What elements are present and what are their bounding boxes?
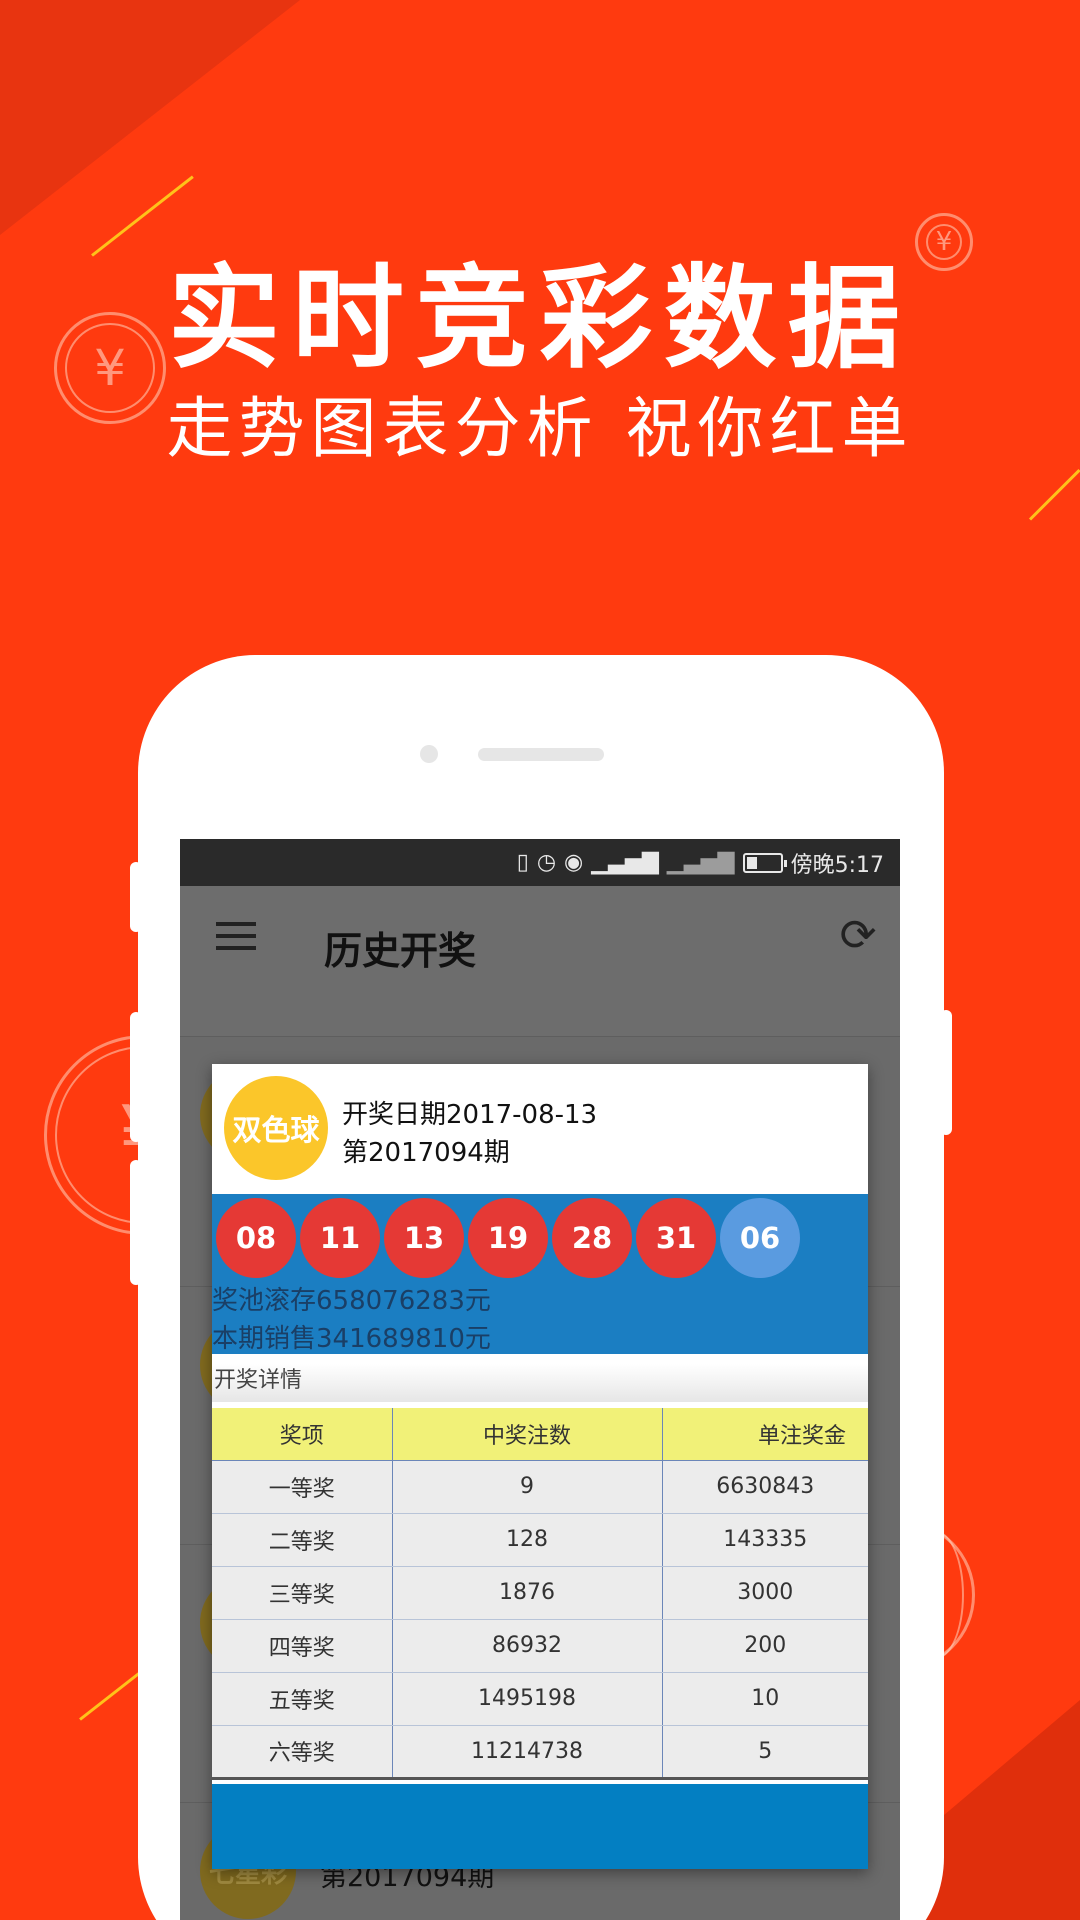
winning-numbers: 08 11 13 19 28 31 06 xyxy=(216,1198,800,1278)
status-time: 傍晚5:17 xyxy=(790,852,884,878)
table-row: 一等奖 9 6630843 xyxy=(212,1460,868,1514)
promo-subline: 走势图表分析 祝你红单 xyxy=(166,390,914,467)
menu-icon[interactable] xyxy=(216,922,256,952)
phone-speaker xyxy=(478,748,604,761)
table-cell: 二等奖 xyxy=(212,1513,393,1567)
table-header-row: 奖项 中奖注数 单注奖金 xyxy=(212,1408,868,1461)
background-shape xyxy=(0,0,300,235)
phone-screen: ▯ ◷ ◉ ▁▃▅▇ ▁▃▅▇ 傍晚5:17 历史开奖 ⟳ 七星彩 第20170… xyxy=(180,839,900,1920)
table-cell: 1495198 xyxy=(392,1672,663,1726)
phone-side-button xyxy=(130,1012,142,1142)
table-cell: 143335 xyxy=(662,1513,868,1567)
table-cell: 10 xyxy=(662,1672,868,1726)
status-bar: ▯ ◷ ◉ ▁▃▅▇ ▁▃▅▇ 傍晚5:17 xyxy=(180,839,900,886)
signal-4g-icon: ▁▃▅▇ xyxy=(591,850,659,875)
prize-table: 奖项 中奖注数 单注奖金 一等奖 9 6630843 二等奖 128 143335 三等奖 1… xyxy=(212,1408,868,1780)
table-cell: 128 xyxy=(392,1513,663,1567)
red-ball: 08 xyxy=(216,1198,296,1278)
issue-number: 第2017094期 xyxy=(342,1138,510,1168)
red-ball: 31 xyxy=(636,1198,716,1278)
table-cell: 9 xyxy=(392,1460,663,1514)
vibrate-icon: ▯ xyxy=(516,850,529,875)
red-ball: 19 xyxy=(468,1198,548,1278)
dialog-header: 双色球 开奖日期2017-08-13 第2017094期 xyxy=(212,1064,868,1194)
table-row: 三等奖 1876 3000 xyxy=(212,1566,868,1620)
eye-icon: ◉ xyxy=(564,850,584,875)
table-cell: 86932 xyxy=(392,1619,663,1673)
phone-side-button xyxy=(130,1160,142,1285)
sales-amount: 本期销售341689810元 xyxy=(212,1324,491,1354)
promo-headline: 实时竞彩数据 xyxy=(168,254,912,384)
dialog-footer[interactable] xyxy=(212,1784,868,1869)
column-header: 奖项 xyxy=(212,1408,393,1461)
decorative-line xyxy=(79,1669,144,1721)
phone-side-button xyxy=(130,862,142,932)
page-title: 历史开奖 xyxy=(324,929,477,973)
column-header: 中奖注数 xyxy=(392,1408,663,1461)
table-cell: 三等奖 xyxy=(212,1566,393,1620)
table-cell: 6630843 xyxy=(662,1460,868,1514)
lottery-type-badge: 双色球 xyxy=(224,1076,328,1180)
column-header: 单注奖金 xyxy=(662,1408,868,1461)
table-cell: 11214738 xyxy=(392,1725,663,1780)
blue-ball: 06 xyxy=(720,1198,800,1278)
table-cell: 一等奖 xyxy=(212,1460,393,1514)
table-row: 六等奖 11214738 5 xyxy=(212,1725,868,1780)
table-cell: 四等奖 xyxy=(212,1619,393,1673)
detail-label: 开奖详情 xyxy=(212,1364,868,1402)
decorative-line xyxy=(1028,468,1080,521)
phone-camera xyxy=(420,745,438,763)
battery-icon xyxy=(742,852,787,873)
table-cell: 五等奖 xyxy=(212,1672,393,1726)
alarm-icon: ◷ xyxy=(536,850,557,875)
table-row: 四等奖 86932 200 xyxy=(212,1619,868,1673)
table-cell: 3000 xyxy=(662,1566,868,1620)
app-bar: 历史开奖 ⟳ xyxy=(180,886,900,1036)
red-ball: 11 xyxy=(300,1198,380,1278)
draw-date: 开奖日期2017-08-13 xyxy=(342,1100,598,1130)
refresh-icon[interactable]: ⟳ xyxy=(834,912,882,960)
draw-detail-dialog: 双色球 开奖日期2017-08-13 第2017094期 08 11 13 19 28 3… xyxy=(212,1064,868,1869)
winning-numbers-panel: 08 11 13 19 28 31 06 奖池滚存658076283元 本期销售341689… xyxy=(212,1194,868,1354)
table-cell: 200 xyxy=(662,1619,868,1673)
signal-icon: ▁▃▅▇ xyxy=(666,850,735,875)
table-cell: 5 xyxy=(662,1725,868,1780)
jackpot-pool: 奖池滚存658076283元 xyxy=(212,1286,491,1316)
red-ball: 13 xyxy=(384,1198,464,1278)
table-row: 二等奖 128 143335 xyxy=(212,1513,868,1567)
red-ball: 28 xyxy=(552,1198,632,1278)
table-cell: 1876 xyxy=(392,1566,663,1620)
table-row: 五等奖 1495198 10 xyxy=(212,1672,868,1726)
table-cell: 六等奖 xyxy=(212,1725,393,1780)
phone-side-button xyxy=(940,1010,952,1135)
